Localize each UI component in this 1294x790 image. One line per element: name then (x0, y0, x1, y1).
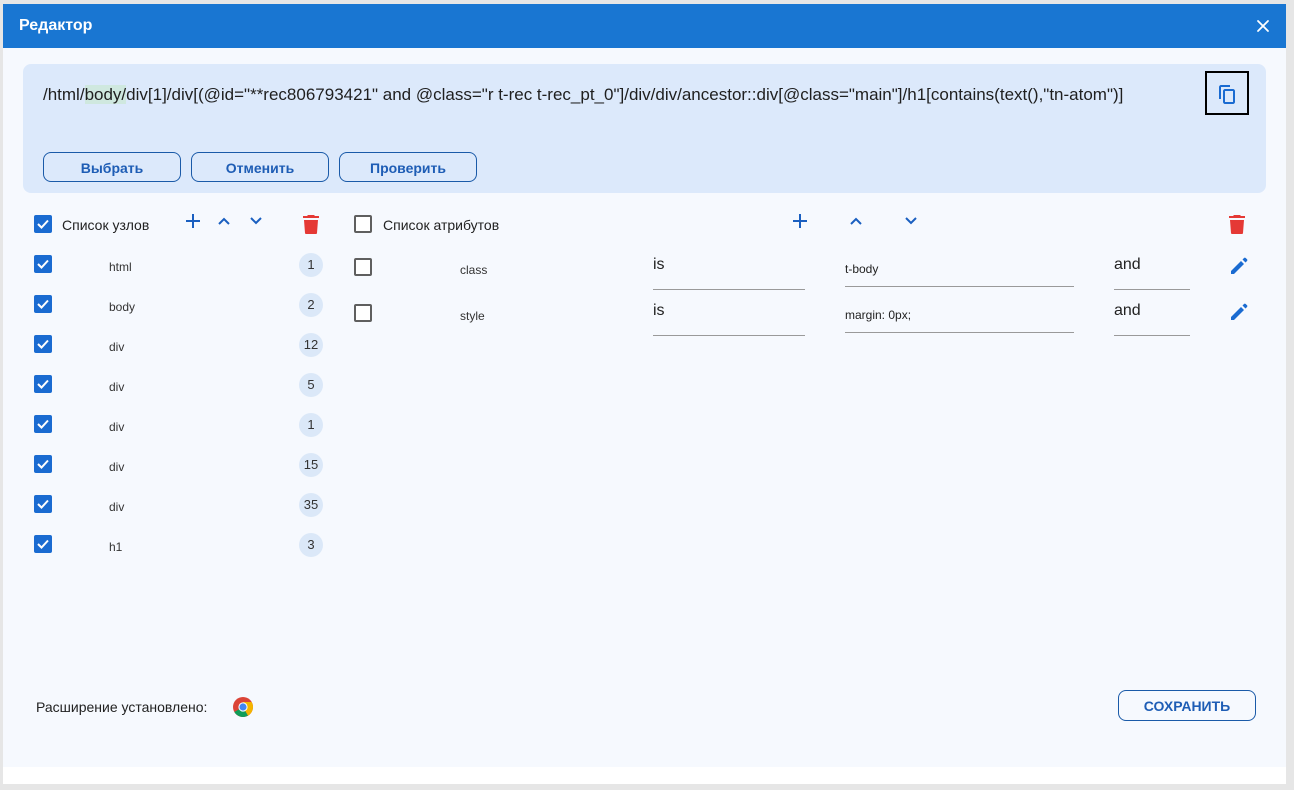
node-name: html (109, 260, 132, 274)
check-icon (37, 219, 49, 229)
check-icon (37, 299, 49, 309)
trash-icon (303, 215, 319, 234)
add-node-button[interactable] (184, 212, 202, 235)
dialog-bottom-strip (3, 767, 1286, 784)
pencil-icon (1231, 257, 1248, 274)
attribute-logic-select[interactable]: and (1114, 256, 1190, 290)
plus-icon (186, 214, 200, 228)
node-count-badge: 2 (299, 293, 323, 317)
delete-attribute-button[interactable] (1229, 214, 1245, 239)
node-checkbox[interactable] (34, 295, 52, 313)
pencil-icon (1231, 303, 1248, 320)
chevron-up-icon (218, 217, 230, 225)
attributes-select-all-checkbox[interactable] (354, 215, 372, 233)
node-name: body (109, 300, 136, 314)
xpath-highlight: body/ (84, 85, 127, 104)
move-node-up-button[interactable] (216, 213, 232, 234)
xpath-prefix: /html/ (43, 85, 85, 104)
attribute-logic-select[interactable]: and (1114, 302, 1190, 336)
node-count-badge: 15 (299, 453, 323, 477)
node-count-badge: 5 (299, 373, 323, 397)
node-count-badge: 1 (299, 253, 323, 277)
check-icon (37, 499, 49, 509)
node-checkbox[interactable] (34, 535, 52, 553)
cancel-button[interactable]: Отменить (191, 152, 329, 182)
delete-node-button[interactable] (303, 214, 319, 239)
trash-icon (1229, 215, 1245, 234)
add-attribute-button[interactable] (791, 212, 809, 235)
attribute-operator-select[interactable]: is (653, 302, 805, 336)
edit-attribute-button[interactable] (1229, 256, 1249, 281)
xpath-panel: /html/body/div[1]/div[(@id="**rec8067934… (23, 64, 1266, 193)
node-checkbox[interactable] (34, 415, 52, 433)
node-name: h1 (109, 540, 123, 554)
nodes-select-all-checkbox[interactable] (34, 215, 52, 233)
node-checkbox[interactable] (34, 375, 52, 393)
node-name: div (109, 380, 125, 394)
node-count-badge: 12 (299, 333, 323, 357)
nodes-header-label: Список узлов (62, 217, 150, 233)
close-icon (1257, 20, 1269, 32)
attribute-name: class (460, 263, 488, 277)
move-node-down-button[interactable] (248, 212, 264, 233)
check-icon (37, 379, 49, 389)
dialog-title: Редактор (19, 17, 93, 34)
copy-icon (1219, 85, 1235, 104)
attribute-operator-select[interactable]: is (653, 256, 805, 290)
attribute-checkbox[interactable] (354, 258, 372, 276)
check-icon (37, 339, 49, 349)
chrome-icon (232, 696, 254, 723)
editor-dialog: Редактор /html/body/div[1]/div[(@id="**r… (3, 4, 1286, 784)
node-count-badge: 35 (299, 493, 323, 517)
attribute-checkbox[interactable] (354, 304, 372, 322)
node-count-badge: 1 (299, 413, 323, 437)
dialog-titlebar: Редактор (3, 4, 1286, 48)
chevron-up-icon (850, 217, 862, 225)
save-button[interactable]: СОХРАНИТЬ (1118, 690, 1256, 721)
plus-icon (793, 214, 807, 228)
check-button[interactable]: Проверить (339, 152, 477, 182)
node-name: div (109, 340, 125, 354)
check-icon (37, 539, 49, 549)
extension-status-label: Расширение установлено: (36, 699, 208, 715)
chevron-down-icon (250, 217, 262, 225)
node-checkbox[interactable] (34, 455, 52, 473)
attribute-name: style (460, 309, 485, 323)
attribute-value-input[interactable]: margin: 0px; (845, 308, 1074, 333)
copy-button[interactable] (1205, 71, 1249, 115)
xpath-expression[interactable]: /html/body/div[1]/div[(@id="**rec8067934… (43, 84, 1123, 106)
attribute-value-input[interactable]: t-body (845, 262, 1074, 287)
attributes-header-label: Список атрибутов (383, 217, 500, 233)
close-button[interactable] (1253, 16, 1273, 36)
node-name: div (109, 420, 125, 434)
check-icon (37, 259, 49, 269)
node-name: div (109, 460, 125, 474)
node-checkbox[interactable] (34, 255, 52, 273)
check-icon (37, 419, 49, 429)
select-button[interactable]: Выбрать (43, 152, 181, 182)
chevron-down-icon (905, 217, 917, 225)
node-checkbox[interactable] (34, 335, 52, 353)
move-attribute-up-button[interactable] (848, 213, 864, 234)
check-icon (37, 459, 49, 469)
edit-attribute-button[interactable] (1229, 302, 1249, 327)
node-name: div (109, 500, 125, 514)
move-attribute-down-button[interactable] (903, 212, 919, 233)
xpath-suffix: div[1]/div[(@id="**rec806793421" and @cl… (126, 85, 1124, 104)
node-count-badge: 3 (299, 533, 323, 557)
node-checkbox[interactable] (34, 495, 52, 513)
